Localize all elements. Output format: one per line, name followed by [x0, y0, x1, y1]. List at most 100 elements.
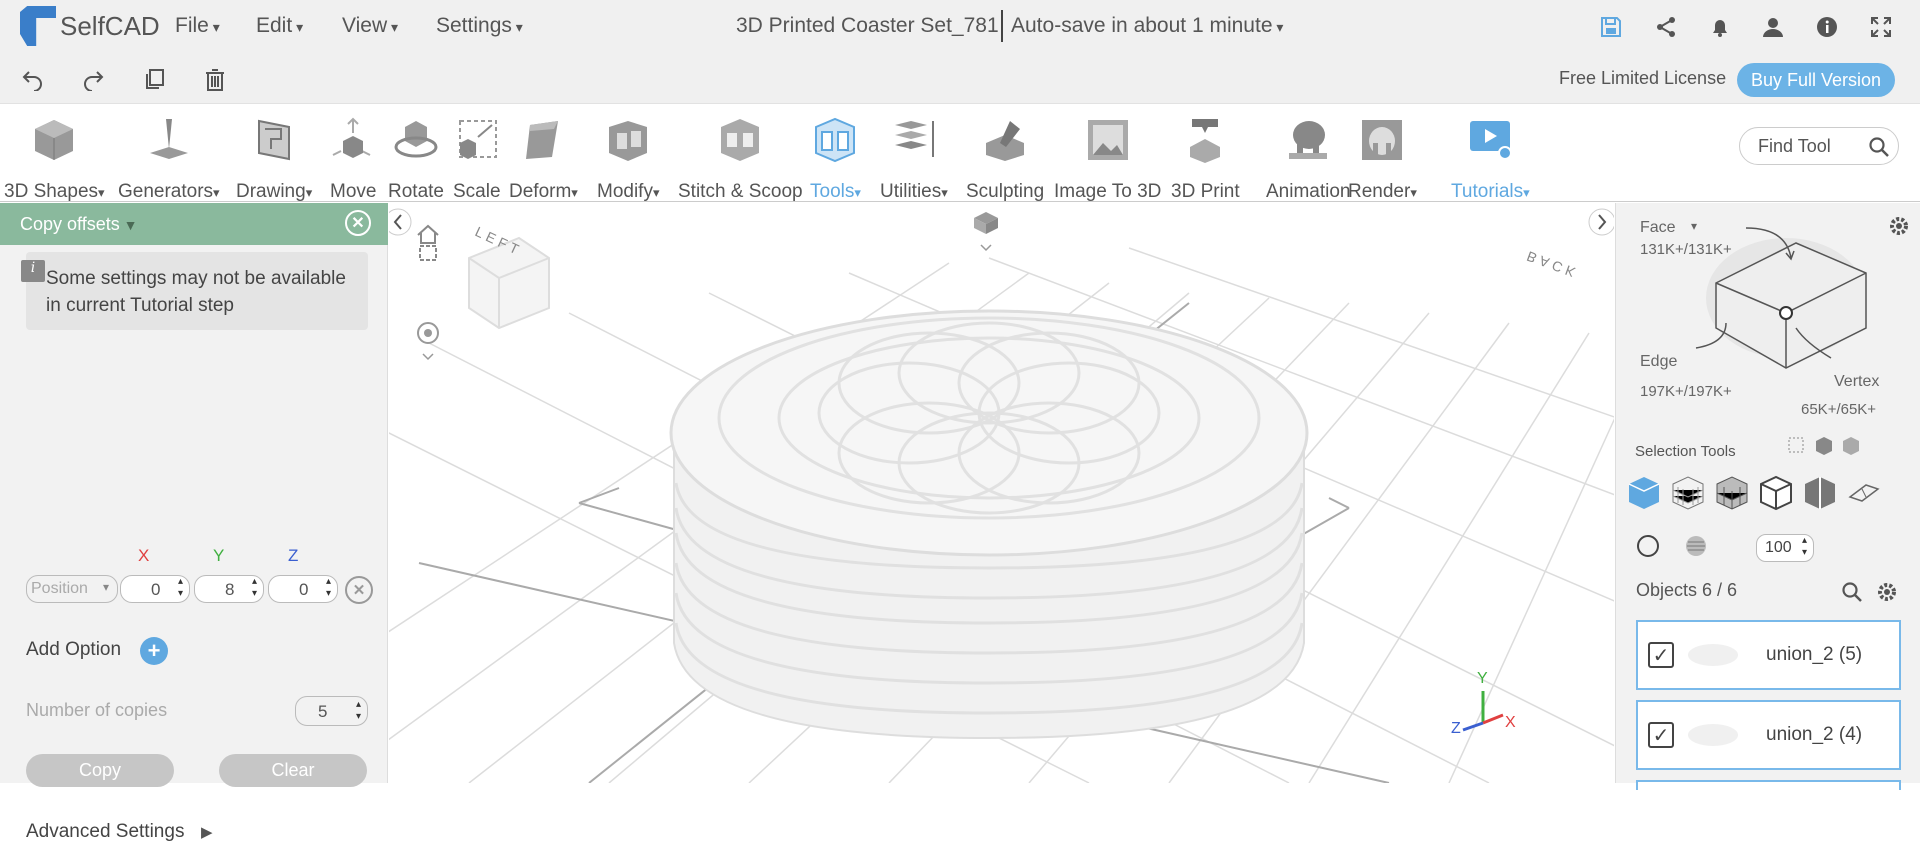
bell-icon[interactable]: [1705, 12, 1735, 42]
y-value-input[interactable]: 8: [194, 575, 264, 603]
buy-full-version-button[interactable]: Buy Full Version: [1737, 63, 1895, 97]
menu-edit[interactable]: Edit: [256, 14, 303, 38]
brush-size-stepper-icon[interactable]: ▴ ▾: [1802, 535, 1807, 559]
select-all-icon[interactable]: [1840, 435, 1862, 462]
tool-3d-shapes[interactable]: 3D Shapes: [4, 116, 105, 203]
title-divider: [1001, 10, 1003, 42]
view-cube-small-icon[interactable]: [974, 212, 998, 252]
find-tool-input[interactable]: Find Tool: [1739, 127, 1899, 165]
tool-modify[interactable]: Modify: [597, 116, 660, 203]
target-icon[interactable]: [417, 322, 439, 361]
menu-settings[interactable]: Settings: [436, 14, 523, 38]
trash-icon[interactable]: [200, 64, 230, 94]
tool-animation[interactable]: Animation: [1266, 116, 1351, 203]
share-icon[interactable]: [1651, 12, 1681, 42]
visibility-checkbox[interactable]: ✓: [1648, 642, 1674, 668]
vertex-label[interactable]: Vertex: [1834, 373, 1879, 391]
search-icon[interactable]: [1868, 136, 1890, 163]
tool-tools[interactable]: Tools: [810, 116, 861, 203]
search-objects-icon[interactable]: [1841, 581, 1863, 608]
objects-settings-gear-icon[interactable]: [1876, 581, 1898, 608]
tool-stitch-scoop[interactable]: Stitch & Scoop: [678, 116, 803, 203]
selfcad-logo[interactable]: SelfCAD: [20, 6, 160, 46]
tool-render[interactable]: Render: [1348, 116, 1417, 203]
top-bar: SelfCAD File Edit View Settings 3D Print…: [0, 0, 1920, 54]
clear-button[interactable]: Clear: [219, 754, 367, 787]
axis-label-y: Y: [213, 546, 225, 565]
tool-move[interactable]: Move: [330, 116, 376, 203]
tool-label: Scale: [453, 181, 501, 202]
close-icon[interactable]: ✕: [345, 210, 371, 236]
tool-utilities[interactable]: Utilities: [880, 116, 948, 203]
selection-mode-diagram[interactable]: [1616, 203, 1920, 373]
add-option-plus-icon[interactable]: +: [140, 637, 168, 665]
half-select-icon[interactable]: [1802, 475, 1838, 516]
circle-brush-icon[interactable]: [1636, 534, 1660, 563]
tool-label: Rotate: [388, 181, 444, 202]
advanced-settings-label[interactable]: Advanced Settings: [26, 821, 184, 843]
shell-select-icon[interactable]: [1758, 475, 1794, 516]
info-icon[interactable]: [1812, 12, 1842, 42]
coaster-model: [669, 309, 1309, 740]
document-title[interactable]: 3D Printed Coaster Set_781: [736, 14, 999, 38]
wireframe-select-icon[interactable]: [1670, 475, 1706, 516]
x-value-input[interactable]: 0: [120, 575, 190, 603]
copy-button[interactable]: Copy: [26, 754, 174, 787]
tool-label: Tools: [810, 181, 861, 203]
position-dropdown[interactable]: Position: [26, 575, 118, 603]
collapse-right-icon[interactable]: [1588, 208, 1614, 236]
grid-select-icon[interactable]: [1714, 475, 1750, 516]
axis-x-label: X: [1505, 714, 1516, 731]
fullscreen-icon[interactable]: [1866, 12, 1896, 42]
object-row-partial[interactable]: [1636, 780, 1901, 790]
collapse-left-icon[interactable]: [389, 208, 412, 236]
menu-file[interactable]: File: [175, 14, 220, 38]
gear-icon[interactable]: [1888, 215, 1910, 242]
copy-offsets-panel: Copy offsets ✕ i Some settings may not b…: [0, 203, 388, 842]
object-row[interactable]: ✓ union_2 (5): [1636, 620, 1901, 690]
find-tool-placeholder: Find Tool: [1758, 136, 1831, 156]
tool-generators[interactable]: Generators: [118, 116, 220, 203]
object-row[interactable]: ✓ union_2 (4): [1636, 700, 1901, 770]
tool-deform[interactable]: Deform: [509, 116, 578, 203]
remove-offset-icon[interactable]: ✕: [345, 576, 373, 604]
user-icon[interactable]: [1758, 12, 1788, 42]
home-icon[interactable]: [417, 224, 439, 244]
visibility-checkbox[interactable]: ✓: [1648, 722, 1674, 748]
menu-view[interactable]: View: [342, 14, 398, 38]
pattern-brush-icon[interactable]: [1684, 534, 1708, 563]
tool-scale[interactable]: Scale: [453, 116, 501, 203]
stitch-scoop-icon: [717, 116, 763, 164]
tool-image-to-3d[interactable]: Image To 3D: [1054, 116, 1161, 203]
tool-3d-print[interactable]: 3D Print: [1171, 116, 1240, 203]
autosave-status[interactable]: Auto-save in about 1 minute: [1011, 14, 1283, 38]
undo-icon[interactable]: [18, 64, 48, 94]
number-of-copies-input[interactable]: 5: [295, 696, 368, 726]
tool-tutorials[interactable]: Tutorials: [1451, 116, 1530, 203]
tool-rotate[interactable]: Rotate: [388, 116, 444, 203]
panel-title[interactable]: Copy offsets: [20, 214, 137, 235]
number-of-copies-label: Number of copies: [26, 700, 168, 720]
copy-icon[interactable]: [140, 64, 170, 94]
redo-icon[interactable]: [78, 64, 108, 94]
frame-icon[interactable]: [419, 245, 437, 261]
tool-label: Render: [1348, 181, 1417, 203]
z-value-input[interactable]: 0: [268, 575, 338, 603]
tool-label: 3D Shapes: [4, 181, 105, 203]
tool-drawing[interactable]: Drawing: [236, 116, 312, 203]
viewport-canvas[interactable]: LEFT BACK Y Z X: [389, 203, 1614, 783]
tool-label: Animation: [1266, 181, 1351, 202]
expand-triangle-icon[interactable]: ▶: [201, 823, 213, 841]
solid-select-icon[interactable]: [1626, 475, 1662, 516]
info-text: Some settings may not be available in cu…: [46, 268, 346, 316]
tool-label: Image To 3D: [1054, 181, 1162, 202]
3d-viewport[interactable]: LEFT BACK Y Z X: [389, 203, 1614, 783]
image-to-3d-icon: [1085, 116, 1131, 164]
box-select-icon[interactable]: [1786, 435, 1808, 462]
tool-sculpting[interactable]: Sculpting: [966, 116, 1044, 203]
logo-text: SelfCAD: [60, 10, 160, 41]
select-cube-icon[interactable]: [1813, 435, 1835, 462]
add-option-label[interactable]: Add Option: [26, 639, 121, 661]
plane-select-icon[interactable]: [1846, 475, 1882, 516]
save-icon[interactable]: [1596, 12, 1626, 42]
